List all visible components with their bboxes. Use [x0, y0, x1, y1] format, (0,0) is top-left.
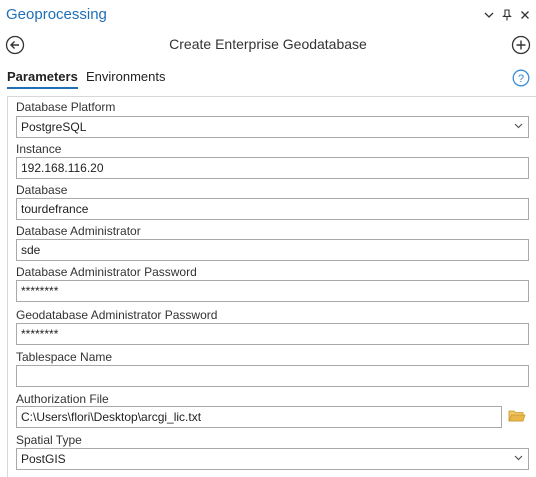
db-admin-password-field[interactable]: ********	[16, 280, 529, 302]
spatial-type-select[interactable]: PostGIS	[16, 448, 529, 470]
pane-options-icon[interactable]	[482, 7, 496, 23]
database-label: Database	[16, 183, 68, 197]
database-platform-label: Database Platform	[16, 100, 116, 114]
authorization-file-field[interactable]: C:\Users\flori\Desktop\arcgi_lic.txt	[16, 406, 502, 428]
tool-title: Create Enterprise Geodatabase	[169, 36, 367, 52]
gdb-admin-password-label: Geodatabase Administrator Password	[16, 308, 218, 322]
authorization-file-label: Authorization File	[16, 392, 109, 406]
tab-environments[interactable]: Environments	[86, 69, 165, 87]
db-admin-password-label: Database Administrator Password	[16, 265, 197, 279]
svg-text:?: ?	[518, 73, 524, 85]
instance-label: Instance	[16, 142, 62, 156]
db-admin-field[interactable]: sde	[16, 239, 529, 261]
tab-bar: Parameters Environments ?	[0, 64, 536, 92]
database-platform-select[interactable]: PostgreSQL	[16, 116, 529, 138]
spatial-type-label: Spatial Type	[16, 433, 82, 447]
database-field[interactable]: tourdefrance	[16, 198, 529, 220]
tab-parameters[interactable]: Parameters	[7, 69, 78, 89]
pane-titlebar: Geoprocessing	[0, 0, 536, 31]
chevron-down-icon	[514, 121, 524, 133]
tool-header: Create Enterprise Geodatabase	[0, 31, 536, 59]
tablespace-field[interactable]	[16, 365, 529, 387]
gdb-admin-password-field[interactable]: ********	[16, 323, 529, 345]
chevron-down-icon	[514, 453, 524, 465]
tablespace-label: Tablespace Name	[16, 350, 113, 364]
help-icon[interactable]: ?	[512, 69, 530, 87]
browse-folder-icon[interactable]	[508, 408, 528, 426]
add-icon[interactable]	[511, 35, 531, 55]
pin-icon[interactable]	[500, 7, 514, 23]
instance-field[interactable]: 192.168.116.20	[16, 157, 529, 179]
spatial-type-value: PostGIS	[21, 452, 66, 466]
close-icon[interactable]	[518, 7, 532, 23]
database-platform-value: PostgreSQL	[21, 120, 87, 134]
pane-title: Geoprocessing	[6, 6, 107, 23]
db-admin-label: Database Administrator	[16, 224, 141, 238]
